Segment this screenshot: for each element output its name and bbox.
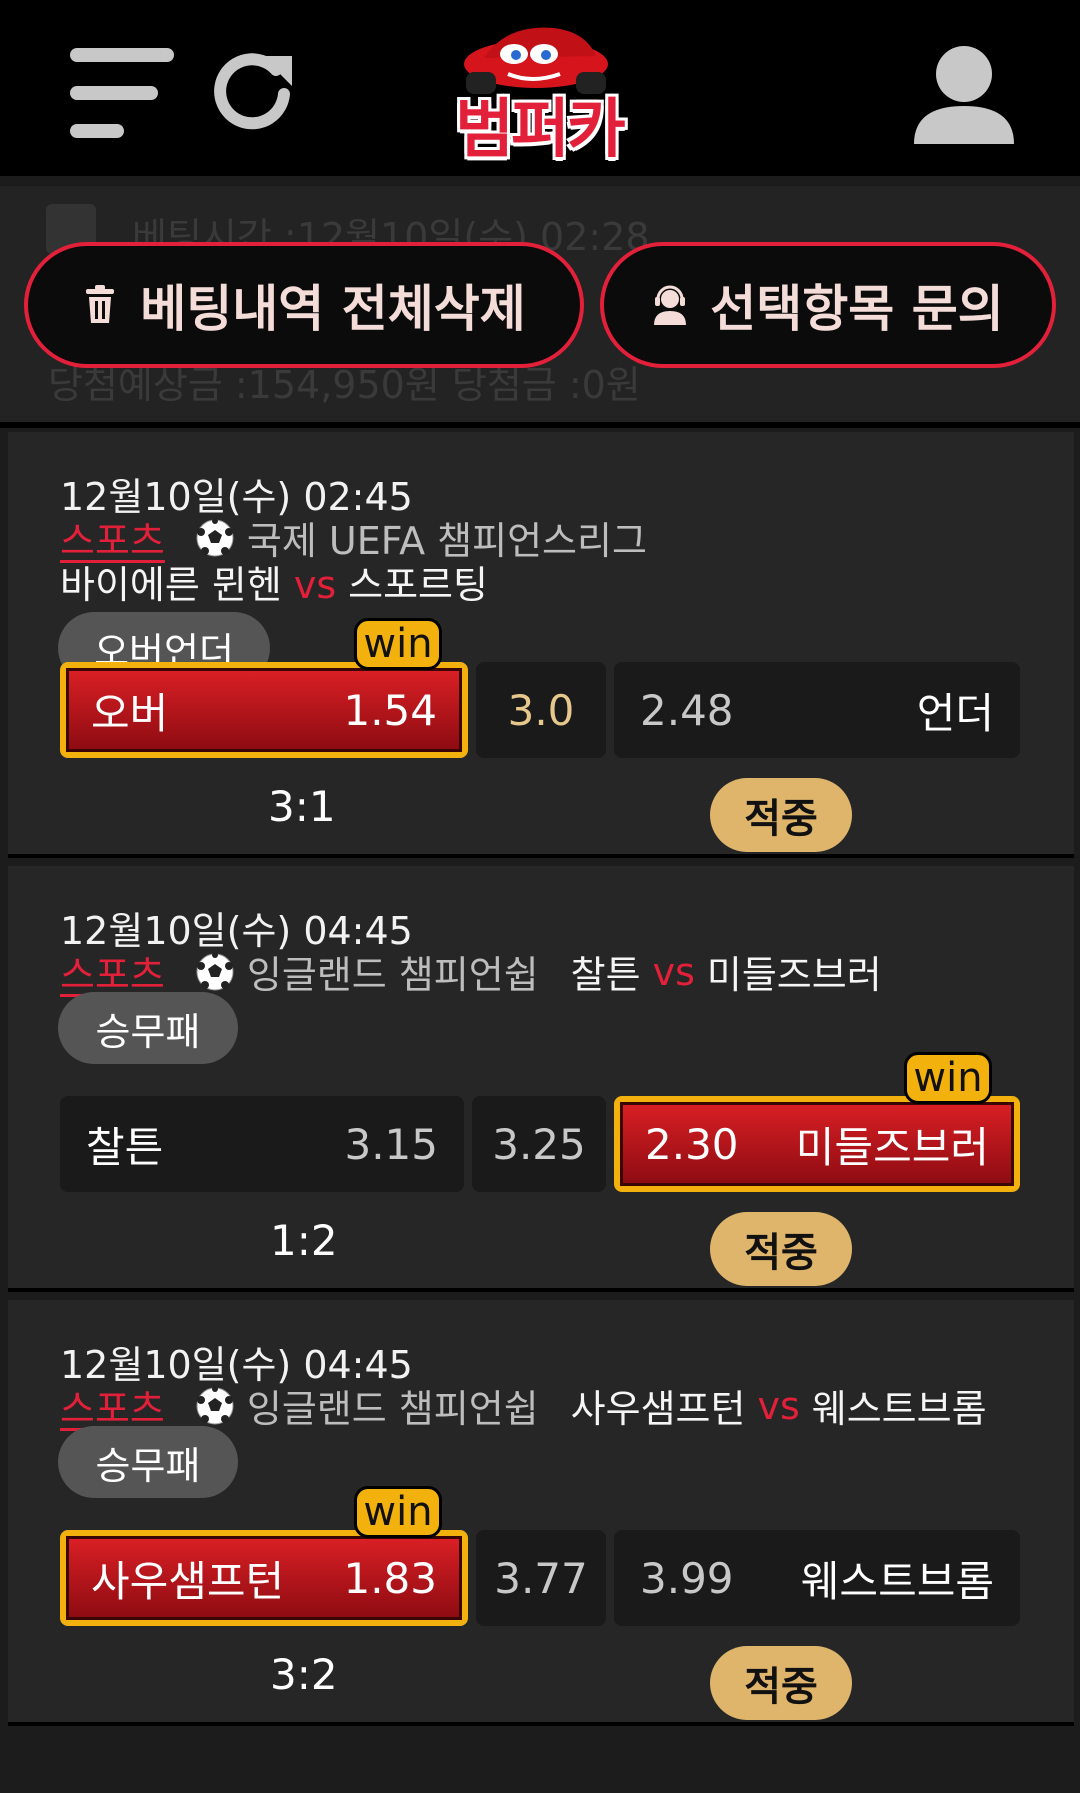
market-badge: 승무패	[58, 1426, 238, 1498]
bet-summary: 베팅시간 :12월10일(수) 02:28 당첨예상금 :154,950원 당첨…	[0, 186, 1080, 422]
league-name: 잉글랜드 챔피언쉽	[246, 1387, 539, 1431]
trash-icon	[86, 285, 115, 323]
option-label: 찰튼	[86, 1122, 164, 1172]
soccer-ball-icon	[196, 951, 234, 990]
draw-odd: 3.25	[492, 1119, 586, 1169]
odd-option-right[interactable]: win 2.30 미들즈브러	[614, 1052, 1020, 1192]
result-badge: 적중	[710, 1646, 852, 1720]
bet-card: 12월10일(수) 02:45 스포츠 국제 UEFA 챔피언스리그 바이에른 …	[8, 432, 1074, 858]
option-odd: 1.54	[343, 685, 437, 735]
market-badge: 승무패	[58, 992, 238, 1064]
final-score: 3:1	[268, 782, 336, 831]
option-odd: 3.15	[344, 1119, 438, 1169]
baseline-value: 3.0	[507, 685, 575, 735]
option-label: 웨스트브롬	[800, 1556, 994, 1606]
inquiry-button[interactable]: 선택항목 문의	[600, 242, 1056, 368]
away-team: 웨스트브롬	[811, 1387, 987, 1431]
soccer-ball-icon	[196, 1385, 234, 1424]
odd-option-left[interactable]: win 오버 1.54	[60, 618, 468, 758]
final-score: 3:2	[270, 1650, 338, 1699]
option-odd: 2.30	[645, 1119, 739, 1169]
refresh-icon[interactable]	[210, 48, 294, 132]
top-bar: 범퍼카	[0, 0, 1080, 176]
win-badge: win	[354, 1486, 442, 1538]
win-badge: win	[904, 1052, 992, 1104]
league-name: 잉글랜드 챔피언쉽	[246, 953, 539, 997]
brand-logo[interactable]: 범퍼카	[436, 18, 642, 167]
option-label: 미들즈브러	[795, 1122, 989, 1172]
home-team: 찰튼	[570, 953, 641, 997]
odd-option-right[interactable]: 2.48 언더	[614, 662, 1020, 758]
away-team: 스포르팅	[348, 563, 488, 607]
hamburger-menu-icon[interactable]	[70, 46, 174, 140]
win-badge: win	[354, 618, 442, 670]
user-icon[interactable]	[912, 40, 1016, 144]
logo-text: 범퍼카	[455, 93, 626, 167]
draw-odd: 3.77	[494, 1553, 588, 1603]
option-label: 사우샘프턴	[91, 1556, 285, 1606]
support-agent-icon	[654, 285, 687, 325]
vs-label: vs	[293, 563, 337, 607]
vs-label: vs	[652, 949, 695, 994]
bet-card: 12월10일(수) 04:45 스포츠 잉글랜드 챔피언쉽 사우샘프턴 vs 웨스트…	[8, 1300, 1074, 1726]
option-label: 언더	[916, 688, 994, 738]
away-team: 미들즈브러	[706, 953, 882, 997]
option-odd: 2.48	[640, 685, 734, 735]
option-odd: 1.83	[343, 1553, 437, 1603]
option-odd: 3.99	[640, 1553, 734, 1603]
delete-all-button[interactable]: 베팅내역 전체삭제	[24, 242, 584, 368]
soccer-ball-icon	[196, 517, 234, 556]
delete-all-label: 베팅내역 전체삭제	[140, 280, 526, 338]
result-badge: 적중	[710, 1212, 852, 1286]
final-score: 1:2	[270, 1216, 338, 1265]
result-badge: 적중	[710, 778, 852, 852]
odd-option-mid[interactable]: 3.0	[476, 662, 606, 758]
inquiry-label: 선택항목 문의	[710, 280, 1004, 338]
home-team: 바이에른 뮌헨	[60, 563, 282, 607]
odd-option-right[interactable]: 3.99 웨스트브롬	[614, 1530, 1020, 1626]
sport-link[interactable]: 스포츠	[60, 944, 165, 999]
section-divider	[0, 422, 1080, 428]
odd-option-left[interactable]: 찰튼 3.15	[60, 1096, 464, 1192]
option-label: 오버	[91, 688, 169, 738]
home-team: 사우샘프턴	[570, 1387, 746, 1431]
vs-label: vs	[757, 1383, 800, 1428]
odd-option-mid[interactable]: 3.77	[476, 1530, 606, 1626]
bet-card: 12월10일(수) 04:45 스포츠 잉글랜드 챔피언쉽 찰튼 vs 미들즈브러 …	[8, 866, 1074, 1292]
sport-link[interactable]: 스포츠	[60, 1378, 165, 1433]
odd-option-mid[interactable]: 3.25	[472, 1096, 606, 1192]
odd-option-left[interactable]: win 사우샘프턴 1.83	[60, 1486, 468, 1626]
